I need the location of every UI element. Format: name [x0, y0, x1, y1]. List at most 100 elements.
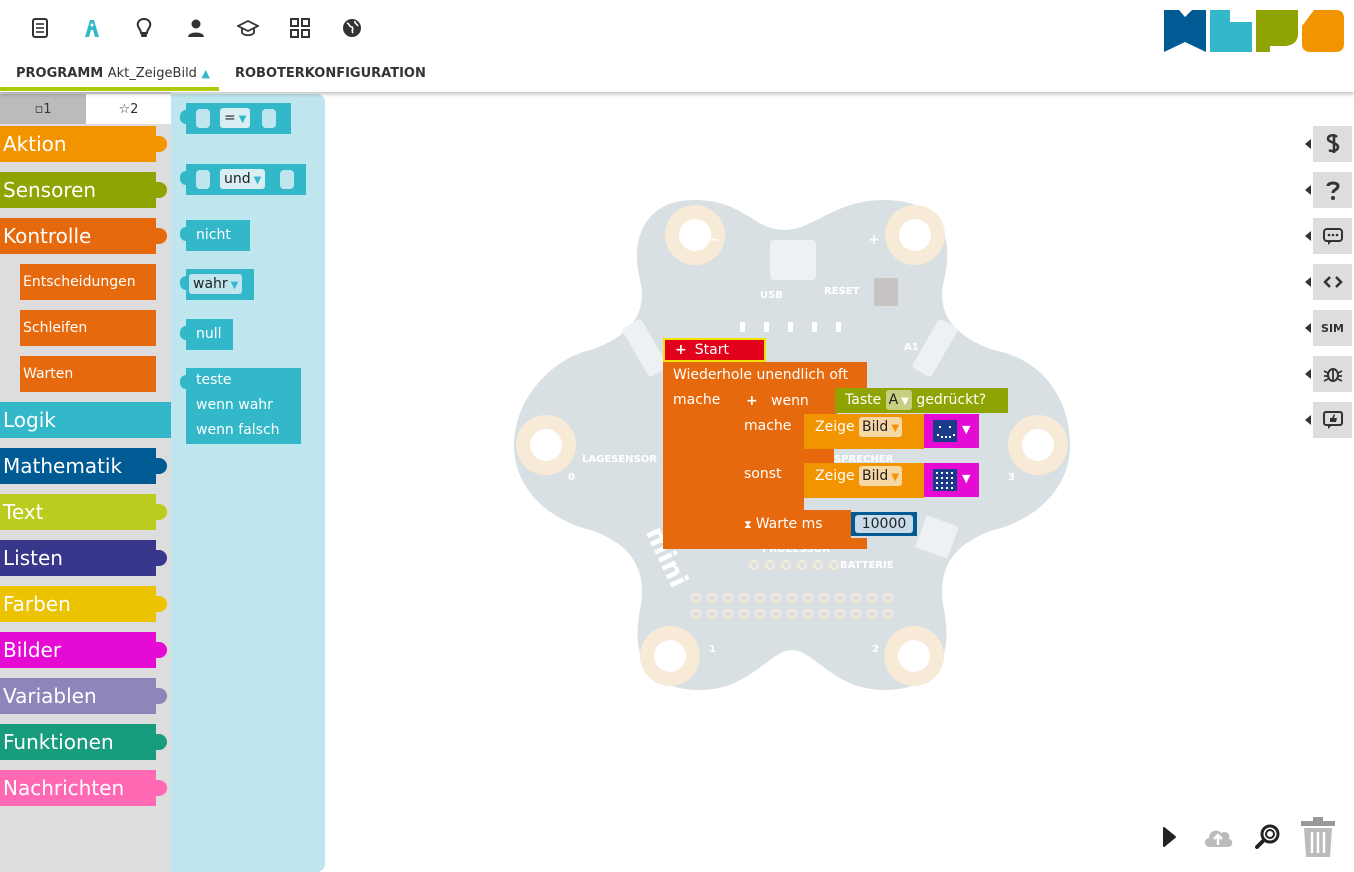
feedback-button[interactable] [1305, 402, 1352, 438]
toolbox-tab-beginner-label: ▫1 [34, 101, 52, 117]
logo [1164, 10, 1344, 56]
image-happy-icon[interactable] [933, 420, 957, 442]
bug-icon [1323, 368, 1342, 382]
run-icon [1163, 827, 1176, 847]
lightbulb-icon[interactable] [130, 14, 158, 42]
logic-operation-block[interactable]: und ▼ [180, 164, 306, 195]
image-block-2[interactable]: ▼ [924, 463, 979, 497]
else-label: sonst [744, 466, 782, 482]
code-snippet-button[interactable] [1305, 126, 1352, 162]
board-pin2-label: 2 [872, 644, 879, 655]
board-pin1-label: 1 [709, 644, 716, 655]
show-image-block-1[interactable]: Zeige Bild ▼ [804, 414, 924, 449]
zoom-button[interactable] [1251, 820, 1285, 854]
wait-value-field[interactable]: 10000 [855, 515, 913, 533]
document-icon[interactable] [26, 14, 54, 42]
category-kontrolle[interactable]: Kontrolle [0, 218, 167, 254]
show2-label: Zeige [815, 468, 855, 484]
gallery-icon[interactable] [286, 14, 314, 42]
subcategory-entscheidungen[interactable]: Entscheidungen [20, 264, 156, 300]
logic-operator-dropdown[interactable]: und ▼ [220, 164, 266, 195]
image-dropdown-arrow-icon[interactable]: ▼ [962, 472, 970, 485]
subcategory-warten[interactable]: Warten [20, 356, 156, 392]
compare-operator-value: = [224, 110, 236, 126]
board-pin3-label: 3 [1008, 472, 1015, 483]
category-logik[interactable]: Logik [0, 402, 182, 438]
tab-program[interactable]: PROGRAMM Akt_ZeigeBild ▲ [16, 66, 210, 81]
comment-button[interactable] [1305, 218, 1352, 254]
source-code-button[interactable] [1305, 264, 1352, 300]
start-plus-icon[interactable]: + [675, 342, 687, 358]
logic-operator-value: und [224, 171, 251, 187]
globe-icon[interactable] [338, 14, 366, 42]
user-icon[interactable] [182, 14, 210, 42]
program-name: Akt_ZeigeBild [107, 66, 197, 81]
simulation-icon: SIM [1321, 321, 1344, 335]
if-block-header[interactable]: + wenn [734, 388, 837, 414]
board-minus-label: − [708, 232, 720, 248]
category-farben[interactable]: Farben [0, 586, 167, 622]
robot-small-icon: ▲ [201, 67, 210, 80]
show1-type-dropdown[interactable]: Bild ▼ [859, 417, 903, 437]
if-block-divider [804, 449, 834, 463]
loop-forever-header[interactable]: Wiederhole unendlich oft [663, 362, 867, 388]
show1-label: Zeige [815, 419, 855, 435]
trash-button[interactable] [1298, 815, 1338, 859]
condition-prefix: Taste [845, 392, 882, 408]
toolbox-tab-beginner[interactable]: ▫1 [0, 94, 86, 124]
null-block[interactable]: null [180, 319, 233, 350]
simulation-button[interactable]: SIM [1305, 310, 1352, 346]
category-mathematik[interactable]: Mathematik [0, 448, 167, 484]
ternary-block[interactable]: teste wenn wahr wenn falsch [180, 368, 301, 444]
button-value: A [888, 392, 899, 408]
if-plus-icon[interactable]: + [746, 388, 758, 414]
start-block[interactable]: + Start [663, 338, 766, 362]
category-nachrichten[interactable]: Nachrichten [0, 770, 167, 806]
category-aktion[interactable]: Aktion [0, 126, 167, 162]
ternary-true-label: wenn wahr [196, 397, 273, 413]
image-heart-icon[interactable] [933, 469, 957, 491]
board-a1-label: A1 [904, 342, 919, 353]
help-button[interactable] [1305, 172, 1352, 208]
show2-type-dropdown[interactable]: Bild ▼ [859, 466, 903, 486]
if-block-frame: mache sonst [734, 414, 804, 510]
category-text[interactable]: Text [0, 494, 167, 530]
toolbox-tab-expert[interactable]: ☆2 [86, 94, 171, 124]
hourglass-icon: ⧗ [744, 518, 752, 531]
image-dropdown-arrow-icon[interactable]: ▼ [962, 423, 970, 436]
not-block[interactable]: nicht [180, 220, 250, 251]
compare-block[interactable]: = ▼ [180, 103, 291, 134]
robot-icon[interactable] [78, 14, 106, 42]
show1-type-value: Bild [862, 419, 889, 435]
wait-block[interactable]: ⧗ Warte ms [734, 510, 851, 538]
boolean-block[interactable]: wahr ▼ [180, 269, 254, 300]
loop-label: Wiederhole unendlich oft [673, 367, 849, 383]
category-listen[interactable]: Listen [0, 540, 167, 576]
category-variablen[interactable]: Variablen [0, 678, 167, 714]
category-bilder[interactable]: Bilder [0, 632, 167, 668]
run-button[interactable] [1157, 820, 1181, 854]
compare-operator-dropdown[interactable]: = ▼ [220, 103, 251, 134]
debug-button[interactable] [1305, 356, 1352, 392]
image-block-1[interactable]: ▼ [924, 414, 979, 448]
code-snippet-icon [1326, 134, 1339, 153]
board-plus-label: + [868, 232, 880, 248]
if-label: wenn [771, 393, 809, 409]
category-sensoren[interactable]: Sensoren [0, 172, 167, 208]
not-label: nicht [196, 227, 231, 243]
board-lagesensor-label: LAGESENSOR [582, 454, 657, 465]
category-funktionen[interactable]: Funktionen [0, 724, 167, 760]
boolean-dropdown[interactable]: wahr ▼ [189, 274, 243, 294]
show2-type-value: Bild [862, 468, 889, 484]
logic-flyout: = ▼ und ▼ nicht wahr ▼ null teste wenn wahr… [171, 94, 325, 872]
button-pressed-condition[interactable]: Taste A ▼ gedrückt? [835, 388, 1008, 413]
tab-robot-configuration[interactable]: ROBOTERKONFIGURATION [235, 66, 426, 81]
upload-button[interactable] [1201, 820, 1235, 854]
subcategory-schleifen[interactable]: Schleifen [20, 310, 156, 346]
graduation-cap-icon[interactable] [234, 14, 262, 42]
help-icon [1326, 181, 1340, 200]
button-dropdown[interactable]: A ▼ [885, 390, 912, 410]
number-block[interactable]: 10000 [851, 512, 917, 536]
boolean-value: wahr [193, 276, 228, 292]
show-image-block-2[interactable]: Zeige Bild ▼ [804, 463, 924, 498]
